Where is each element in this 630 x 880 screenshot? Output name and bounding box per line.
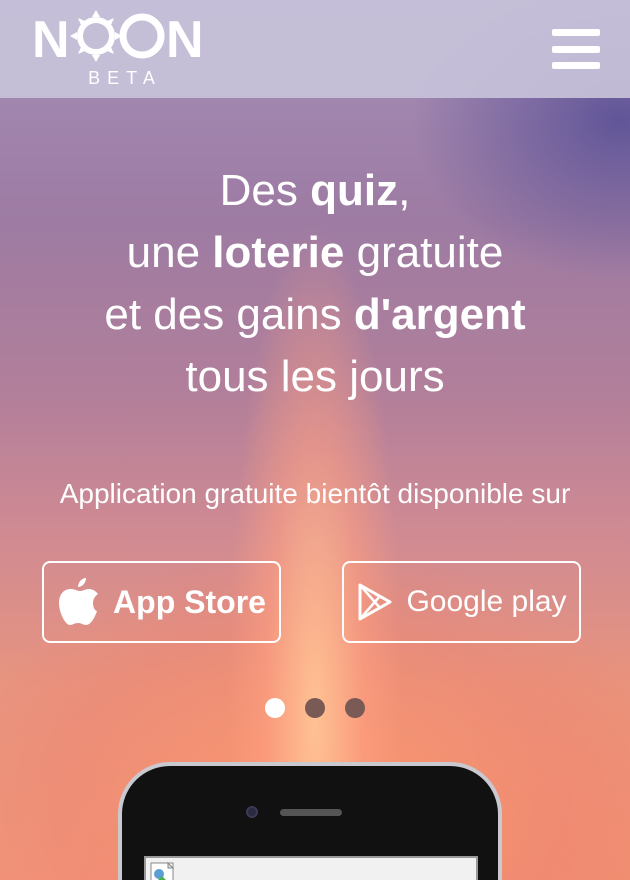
- svg-text:N: N: [32, 11, 70, 63]
- google-play-label: Google play: [406, 585, 567, 618]
- apple-icon: [59, 578, 99, 625]
- broken-image-icon: [150, 862, 175, 880]
- hero-headline: Des quiz, une loterie gratuite et des ga…: [0, 160, 630, 408]
- headline-line-1: Des quiz,: [219, 166, 411, 215]
- phone-speaker: [280, 809, 342, 816]
- google-play-button[interactable]: Google play: [342, 561, 581, 643]
- app-store-button[interactable]: App Store: [42, 561, 281, 643]
- svg-text:N: N: [166, 11, 204, 63]
- carousel-indicators: [0, 698, 630, 718]
- phone-screen: [144, 856, 478, 880]
- hamburger-menu-button[interactable]: [552, 29, 600, 69]
- headline-line-2: une loterie gratuite: [126, 228, 504, 277]
- phone-camera-icon: [246, 806, 258, 818]
- carousel-dot-1[interactable]: [265, 698, 285, 718]
- headline-line-4: tous les jours: [185, 352, 445, 401]
- hamburger-icon-bar: [552, 62, 600, 69]
- headline-line-3: et des gains d'argent: [104, 290, 526, 339]
- hero-background: [0, 0, 630, 880]
- availability-text: Application gratuite bientôt disponible …: [59, 478, 571, 509]
- logo-wordmark: N N: [32, 9, 212, 63]
- play-icon: [358, 583, 392, 621]
- carousel-dot-2[interactable]: [305, 698, 325, 718]
- noon-logo[interactable]: N N BETA: [32, 9, 212, 89]
- logo-beta-label: BETA: [88, 67, 162, 88]
- logo-wordmark-graphic: N N: [32, 9, 204, 63]
- app-store-label: App Store: [113, 583, 266, 620]
- top-bar: N N BETA: [0, 0, 630, 98]
- sun-icon: [70, 9, 122, 62]
- hamburger-icon-bar: [552, 45, 600, 53]
- carousel-dot-3[interactable]: [345, 698, 365, 718]
- phone-mockup: [118, 762, 502, 880]
- hamburger-icon: [552, 29, 600, 36]
